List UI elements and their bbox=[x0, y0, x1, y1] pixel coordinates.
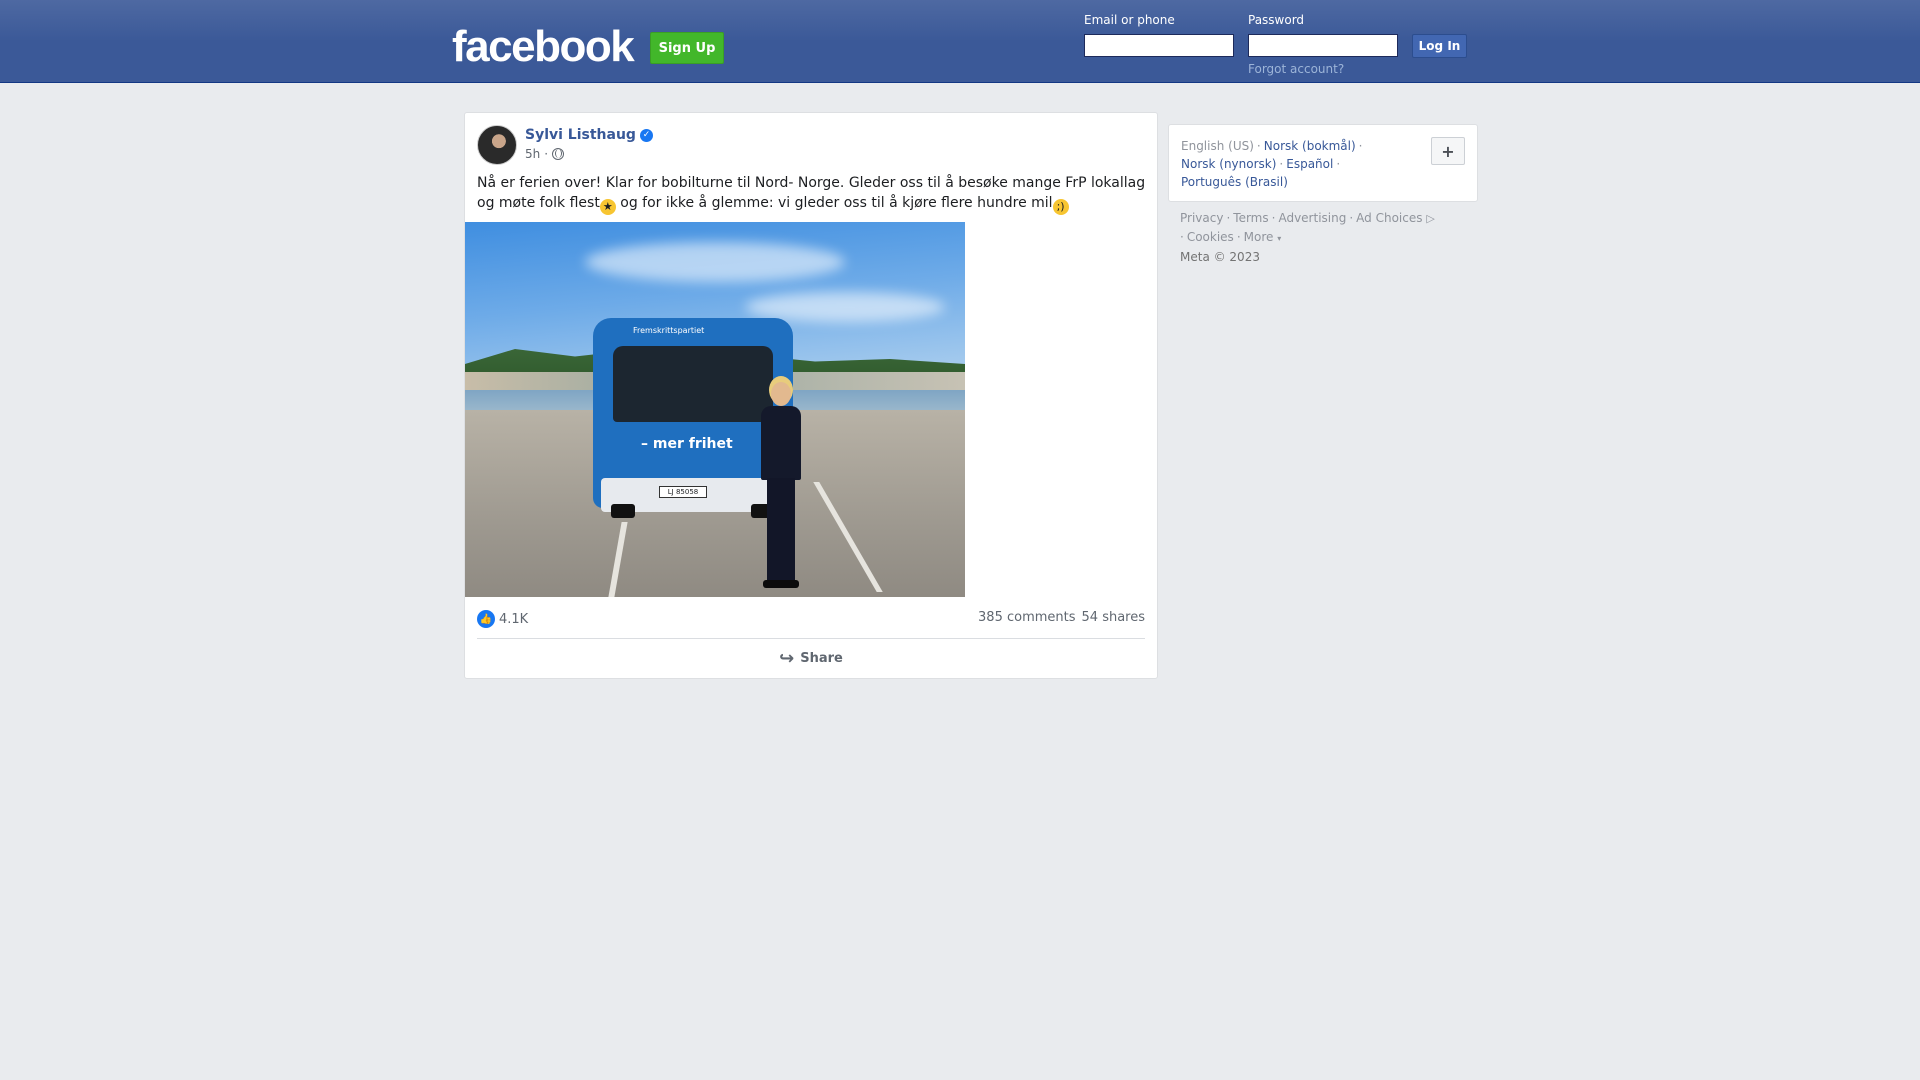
copyright: Meta © 2023 bbox=[1180, 250, 1260, 264]
forgot-account-link[interactable]: Forgot account? bbox=[1248, 62, 1344, 76]
motorhome-slogan: – mer frihet bbox=[641, 436, 733, 452]
person-head bbox=[771, 382, 791, 406]
photo-person bbox=[757, 382, 803, 592]
motorhome-brand: Fremskrittspartiet bbox=[633, 326, 705, 335]
like-icon: 👍 bbox=[477, 610, 495, 628]
person-shoes bbox=[763, 580, 799, 588]
password-label: Password bbox=[1248, 13, 1305, 27]
separator: · bbox=[1226, 211, 1231, 225]
comment-count[interactable]: 385 comments bbox=[978, 610, 1075, 625]
footer-link-privacy[interactable]: Privacy bbox=[1180, 211, 1223, 225]
like-count: 4.1K bbox=[499, 611, 529, 627]
verified-badge-icon: ✓ bbox=[639, 128, 653, 142]
person-legs bbox=[767, 478, 795, 582]
footer-link-advertising[interactable]: Advertising bbox=[1278, 211, 1346, 225]
share-count[interactable]: 54 shares bbox=[1082, 610, 1145, 625]
separator: · bbox=[1256, 139, 1261, 153]
share-label: Share bbox=[800, 650, 843, 666]
language-selector-box: English (US) · Norsk (bokmål) · Norsk (nyno… bbox=[1168, 124, 1478, 202]
meta-separator: · bbox=[544, 147, 549, 161]
footer-link-more[interactable]: More bbox=[1244, 230, 1274, 244]
motorhome-windshield bbox=[613, 346, 773, 422]
sign-up-button[interactable]: Sign Up bbox=[650, 32, 724, 64]
password-field[interactable] bbox=[1248, 34, 1398, 57]
separator: · bbox=[1236, 230, 1241, 244]
separator: · bbox=[1180, 230, 1184, 244]
footer-link-cookies[interactable]: Cookies bbox=[1187, 230, 1234, 244]
reaction-summary[interactable]: 👍 4.1K bbox=[477, 610, 528, 628]
license-plate: LJ 85058 bbox=[659, 486, 707, 498]
facebook-logo[interactable]: facebook bbox=[452, 22, 635, 72]
footer-links-row-2: · Cookies · More ▾ bbox=[1180, 228, 1480, 248]
post-card: Sylvi Listhaug ✓ 5h · Nå er ferien over!… bbox=[464, 112, 1158, 679]
post-photo[interactable]: Fremskrittspartiet – mer frihet LJ 85058 bbox=[465, 222, 965, 597]
post-text-part-2: og for ikke å glemme: vi gleder oss til … bbox=[615, 195, 1053, 211]
winking-emoji-icon: ;) bbox=[1052, 199, 1069, 215]
language-link-norsk-bokmal[interactable]: Norsk (bokmål) bbox=[1264, 139, 1356, 153]
email-label: Email or phone bbox=[1084, 13, 1175, 27]
avatar[interactable] bbox=[477, 125, 517, 165]
post-author: Sylvi Listhaug ✓ bbox=[525, 127, 653, 143]
current-language: English (US) bbox=[1181, 139, 1254, 153]
log-in-button[interactable]: Log In bbox=[1412, 34, 1467, 58]
person-torso bbox=[761, 406, 801, 480]
separator: · bbox=[1279, 157, 1284, 171]
separator: · bbox=[1358, 139, 1363, 153]
footer-link-terms[interactable]: Terms bbox=[1233, 211, 1268, 225]
share-arrow-icon: ↪ bbox=[779, 647, 795, 669]
language-link-portugues[interactable]: Português (Brasil) bbox=[1181, 175, 1288, 189]
footer-link-ad-choices[interactable]: Ad Choices bbox=[1356, 211, 1422, 225]
post-timestamp[interactable]: 5h bbox=[525, 147, 540, 161]
add-language-button[interactable]: + bbox=[1431, 137, 1465, 165]
star-struck-emoji-icon: ★ bbox=[599, 199, 616, 215]
footer-links-row-1: Privacy · Terms · Advertising · Ad Choices ▷ bbox=[1180, 209, 1480, 228]
separator: · bbox=[1336, 157, 1341, 171]
separator: · bbox=[1271, 211, 1276, 225]
separator: · bbox=[1349, 211, 1354, 225]
author-name-link[interactable]: Sylvi Listhaug bbox=[525, 127, 636, 143]
email-field[interactable] bbox=[1084, 34, 1234, 57]
globe-icon bbox=[552, 148, 565, 160]
post-divider bbox=[477, 638, 1145, 639]
post-meta: 5h · bbox=[525, 147, 565, 161]
language-link-espanol[interactable]: Español bbox=[1286, 157, 1333, 171]
share-button[interactable]: ↪ Share bbox=[477, 643, 1145, 673]
ad-choices-icon: ▷ bbox=[1426, 212, 1435, 225]
top-navigation-bar: facebook Sign Up Email or phone Password… bbox=[0, 0, 1920, 83]
photo-cloud bbox=[585, 242, 845, 282]
engagement-counts: 385 comments 54 shares bbox=[978, 610, 1145, 625]
page-footer: Privacy · Terms · Advertising · Ad Choices ▷ ·… bbox=[1180, 209, 1480, 266]
chevron-down-icon: ▾ bbox=[1277, 234, 1282, 243]
language-list: English (US) · Norsk (bokmål) · Norsk (nyno… bbox=[1181, 137, 1421, 191]
language-link-norsk-nynorsk[interactable]: Norsk (nynorsk) bbox=[1181, 157, 1276, 171]
wheel bbox=[611, 504, 635, 518]
post-text: Nå er ferien over! Klar for bobilturne t… bbox=[477, 173, 1147, 215]
